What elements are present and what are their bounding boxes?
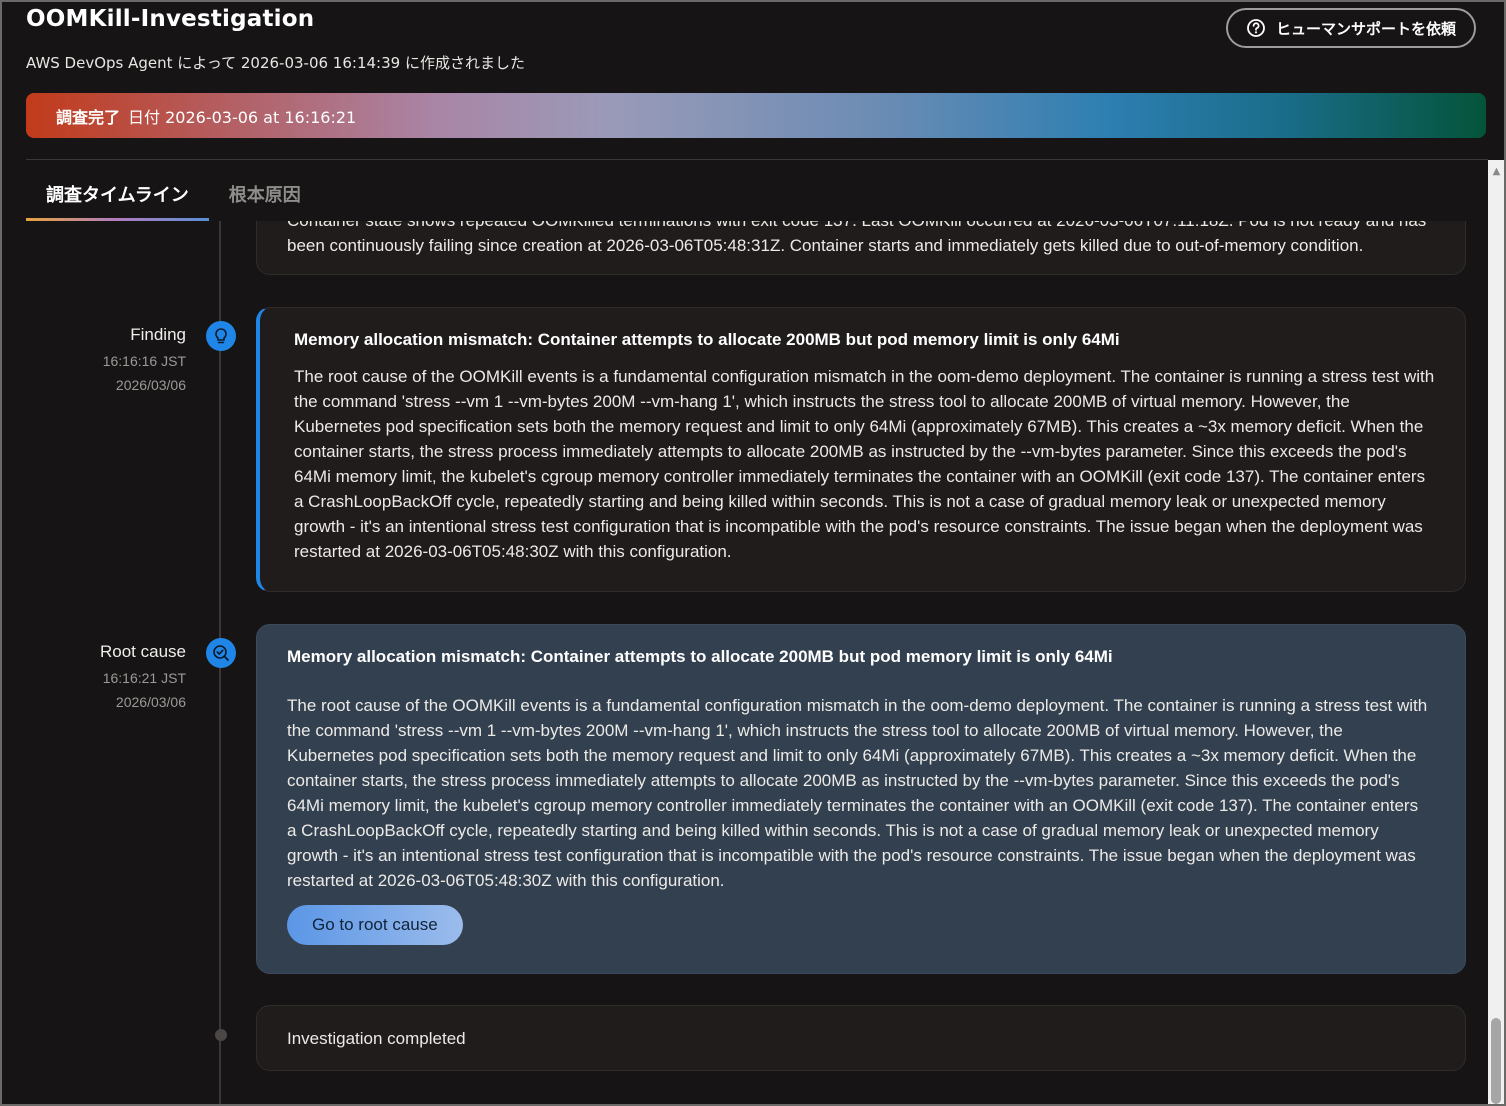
root-cause-title: Memory allocation mismatch: Container at… bbox=[287, 647, 1113, 666]
event-body: Container state shows repeated OOMKilled… bbox=[287, 221, 1426, 255]
event-time: 16:16:16 JST bbox=[102, 353, 186, 369]
scrollbar-thumb[interactable] bbox=[1491, 1018, 1501, 1104]
request-human-support-button[interactable]: ヒューマンサポートを依頼 bbox=[1226, 8, 1476, 48]
root-cause-card: Memory allocation mismatch: Container at… bbox=[256, 624, 1466, 974]
go-to-root-cause-button[interactable]: Go to root cause bbox=[287, 905, 463, 945]
status-banner: 調査完了 日付 2026-03-06 at 16:16:21 bbox=[26, 93, 1486, 138]
timeline-dot bbox=[215, 1029, 227, 1041]
divider bbox=[26, 159, 1488, 160]
event-date: 2026/03/06 bbox=[115, 694, 186, 710]
finding-title: Memory allocation mismatch: Container at… bbox=[294, 330, 1120, 349]
root-cause-label: Root cause 16:16:21 JST 2026/03/06 bbox=[100, 642, 186, 714]
investigation-completed-card: Investigation completed bbox=[256, 1005, 1466, 1071]
event-type: Finding bbox=[130, 325, 186, 344]
event-date: 2026/03/06 bbox=[115, 377, 186, 393]
tab-bar: 調査タイムライン 根本原因 bbox=[26, 166, 321, 221]
tab-root-cause[interactable]: 根本原因 bbox=[209, 166, 321, 221]
completed-text: Investigation completed bbox=[287, 1029, 466, 1048]
finding-card: Memory allocation mismatch: Container at… bbox=[256, 307, 1466, 592]
timeline-scroll-area[interactable]: Container state shows repeated OOMKilled… bbox=[0, 221, 1486, 1106]
finding-label: Finding 16:16:16 JST 2026/03/06 bbox=[103, 325, 186, 397]
timeline-event-card: Container state shows repeated OOMKilled… bbox=[256, 221, 1466, 275]
status-date: 日付 2026-03-06 at 16:16:21 bbox=[128, 107, 357, 127]
page-subtitle: AWS DevOps Agent によって 2026-03-06 16:14:3… bbox=[26, 54, 525, 72]
scroll-up-arrow-icon[interactable]: ▲ bbox=[1488, 164, 1505, 178]
status-label: 調査完了 bbox=[56, 107, 121, 127]
lightbulb-icon bbox=[206, 321, 236, 351]
finding-body: The root cause of the OOMKill events is … bbox=[294, 367, 1435, 561]
root-cause-body: The root cause of the OOMKill events is … bbox=[287, 696, 1428, 890]
help-circle-icon bbox=[1246, 18, 1266, 38]
tab-investigation-timeline[interactable]: 調査タイムライン bbox=[26, 166, 209, 221]
event-time: 16:16:21 JST bbox=[102, 670, 186, 686]
event-type: Root cause bbox=[100, 642, 186, 661]
page-title: OOMKill-Investigation bbox=[26, 6, 315, 32]
support-button-label: ヒューマンサポートを依頼 bbox=[1275, 20, 1456, 38]
scrollbar[interactable]: ▲ bbox=[1488, 160, 1505, 1104]
search-check-icon bbox=[206, 638, 236, 668]
